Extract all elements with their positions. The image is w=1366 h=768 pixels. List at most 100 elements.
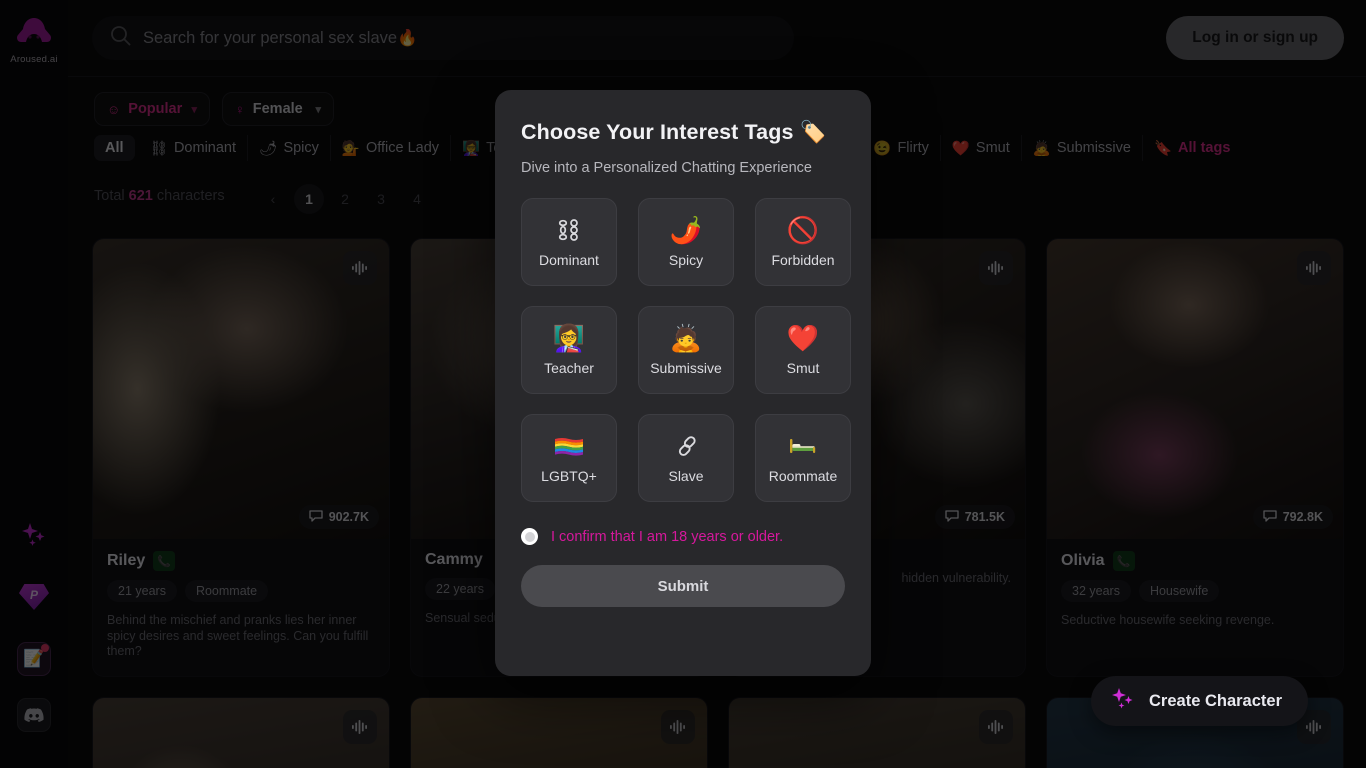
app-root: Aroused.ai P 📝 Search for your personal … <box>0 0 1366 768</box>
voice-preview-button[interactable] <box>979 709 1013 744</box>
phone-icon[interactable]: 📞 <box>153 551 176 571</box>
brand-logo[interactable]: Aroused.ai <box>10 16 58 65</box>
character-name: Olivia <box>1061 552 1105 569</box>
female-icon: ♀ <box>235 101 245 117</box>
character-card[interactable] <box>92 696 390 768</box>
total-count: 621 <box>128 188 153 204</box>
discord-box <box>17 698 51 732</box>
pagination-prev[interactable]: ‹ <box>258 184 288 214</box>
voice-preview-button[interactable] <box>343 709 377 744</box>
character-age: 22 years <box>425 578 495 600</box>
character-card[interactable]: 902.7K Riley 📞 21 years Roommate Behind … <box>92 238 390 677</box>
voice-preview-button[interactable] <box>661 709 695 744</box>
modal-tag-spicy[interactable]: 🌶️ Spicy <box>638 198 734 286</box>
age-confirm-row[interactable]: I confirm that I am 18 years or older. <box>521 528 845 545</box>
submit-button[interactable]: Submit <box>521 565 845 607</box>
discord-icon[interactable] <box>17 698 51 732</box>
bowing-person-icon: 🙇 <box>1032 140 1051 157</box>
modal-tag-roommate[interactable]: Roommate <box>755 414 851 502</box>
red-heart-icon: ❤️ <box>951 140 970 157</box>
notes-icon[interactable]: 📝 <box>17 642 51 676</box>
modal-tag-slave[interactable]: Slave <box>638 414 734 502</box>
chat-count: 792.8K <box>1282 510 1323 524</box>
tag-chip-submissive[interactable]: 🙇 Submissive <box>1022 135 1143 161</box>
tag-chip-label: All <box>105 140 124 156</box>
tag-chip-dominant[interactable]: ⛓ Dominant <box>139 135 249 161</box>
tag-chip-office-lady[interactable]: 💁 Office Lady <box>331 135 452 161</box>
pagination-page-3[interactable]: 3 <box>366 184 396 214</box>
modal-tag-submissive[interactable]: 🙇 Submissive <box>638 306 734 394</box>
chili-pepper-icon: 🌶 <box>259 140 278 157</box>
character-name: Riley <box>107 552 146 569</box>
character-tag: Roommate <box>184 580 269 602</box>
search-box[interactable] <box>92 16 794 60</box>
character-card[interactable] <box>410 696 708 768</box>
tag-chip-label: Dominant <box>173 140 237 156</box>
tag-chip-flirty[interactable]: 😉 Flirty <box>862 135 941 161</box>
card-image <box>411 697 707 768</box>
radio-inner <box>524 531 535 542</box>
modal-tag-dominant[interactable]: Dominant <box>521 198 617 286</box>
sparkles-icon[interactable] <box>17 518 51 552</box>
modal-tag-label: Slave <box>668 468 704 484</box>
modal-tag-smut[interactable]: ❤️ Smut <box>755 306 851 394</box>
chat-count-badge: 781.5K <box>934 505 1015 529</box>
tag-chip-label: Submissive <box>1056 140 1131 156</box>
character-card[interactable] <box>728 696 1026 768</box>
notes-box: 📝 <box>17 642 51 676</box>
notification-badge-dot <box>41 644 49 652</box>
phone-icon[interactable]: 📞 <box>1112 551 1135 571</box>
create-character-button[interactable]: Create Character <box>1091 676 1308 726</box>
modal-tag-label: Submissive <box>650 360 722 376</box>
voice-preview-button[interactable] <box>979 251 1013 285</box>
tag-chip-label: Office Lady <box>365 140 440 156</box>
character-description: Seductive housewife seeking revenge. <box>1061 613 1275 627</box>
total-suffix: characters <box>156 188 225 204</box>
left-sidebar: Aroused.ai P 📝 <box>0 0 68 768</box>
chat-count: 781.5K <box>964 510 1005 524</box>
chains-icon: ⛓ <box>149 140 168 157</box>
chat-bubble-icon <box>1263 509 1277 525</box>
notes-glyph: 📝 <box>23 649 45 668</box>
modal-tag-label: Dominant <box>539 252 599 268</box>
search-icon <box>110 25 131 51</box>
chili-pepper-icon: 🌶️ <box>669 215 703 245</box>
tag-chip-all[interactable]: All <box>94 135 135 161</box>
search-input[interactable] <box>143 28 776 48</box>
pagination-page-2[interactable]: 2 <box>330 184 360 214</box>
pagination-page-1[interactable]: 1 <box>294 184 324 214</box>
age-confirm-radio[interactable] <box>521 528 538 545</box>
tag-chip-spicy[interactable]: 🌶 Spicy <box>248 135 331 161</box>
card-body: Riley 📞 21 years Roommate Behind the mis… <box>93 539 389 676</box>
tag-chip-label: Spicy <box>283 140 319 156</box>
modal-tag-label: Smut <box>786 360 820 376</box>
tag-chip-smut[interactable]: ❤️ Smut <box>941 135 1022 161</box>
gender-select-female[interactable]: ♀ Female ▾ <box>222 92 334 126</box>
modal-tag-forbidden[interactable]: 🚫 Forbidden <box>755 198 851 286</box>
tag-chip-all-tags[interactable]: 🔖 All tags <box>1143 135 1241 161</box>
modal-subtitle: Dive into a Personalized Chatting Experi… <box>521 160 812 176</box>
sort-select-popular[interactable]: ☺ Popular ▾ <box>94 92 210 126</box>
chains-icon <box>555 216 583 244</box>
chat-count: 902.7K <box>328 510 369 524</box>
office-lady-icon: 💁 <box>341 140 360 157</box>
modal-tag-label: Teacher <box>544 360 594 376</box>
character-card[interactable]: 792.8K Olivia 📞 32 years Housewife Seduc… <box>1046 238 1344 677</box>
modal-tag-label: Spicy <box>668 252 704 268</box>
premium-glyph: P <box>19 584 49 610</box>
create-character-label: Create Character <box>1149 691 1282 710</box>
diamond-premium-icon[interactable]: P <box>17 580 51 614</box>
tag-chip-label: Flirty <box>897 140 929 156</box>
tag-chip-label: All tags <box>1178 140 1231 156</box>
red-heart-icon: ❤️ <box>786 323 820 353</box>
tag-chip-label: Smut <box>975 140 1010 156</box>
modal-tag-lgbtq[interactable]: LGBTQ+ <box>521 414 617 502</box>
card-name-row: Olivia 📞 <box>1061 551 1329 571</box>
voice-preview-button[interactable] <box>343 251 377 285</box>
chevron-down-icon: ▾ <box>191 103 197 116</box>
pagination-page-4[interactable]: 4 <box>402 184 432 214</box>
voice-preview-button[interactable] <box>1297 251 1331 285</box>
modal-tag-teacher[interactable]: 👩‍🏫 Teacher <box>521 306 617 394</box>
fire-circle-icon: ☺ <box>107 101 121 117</box>
topbar-divider <box>68 76 1366 77</box>
